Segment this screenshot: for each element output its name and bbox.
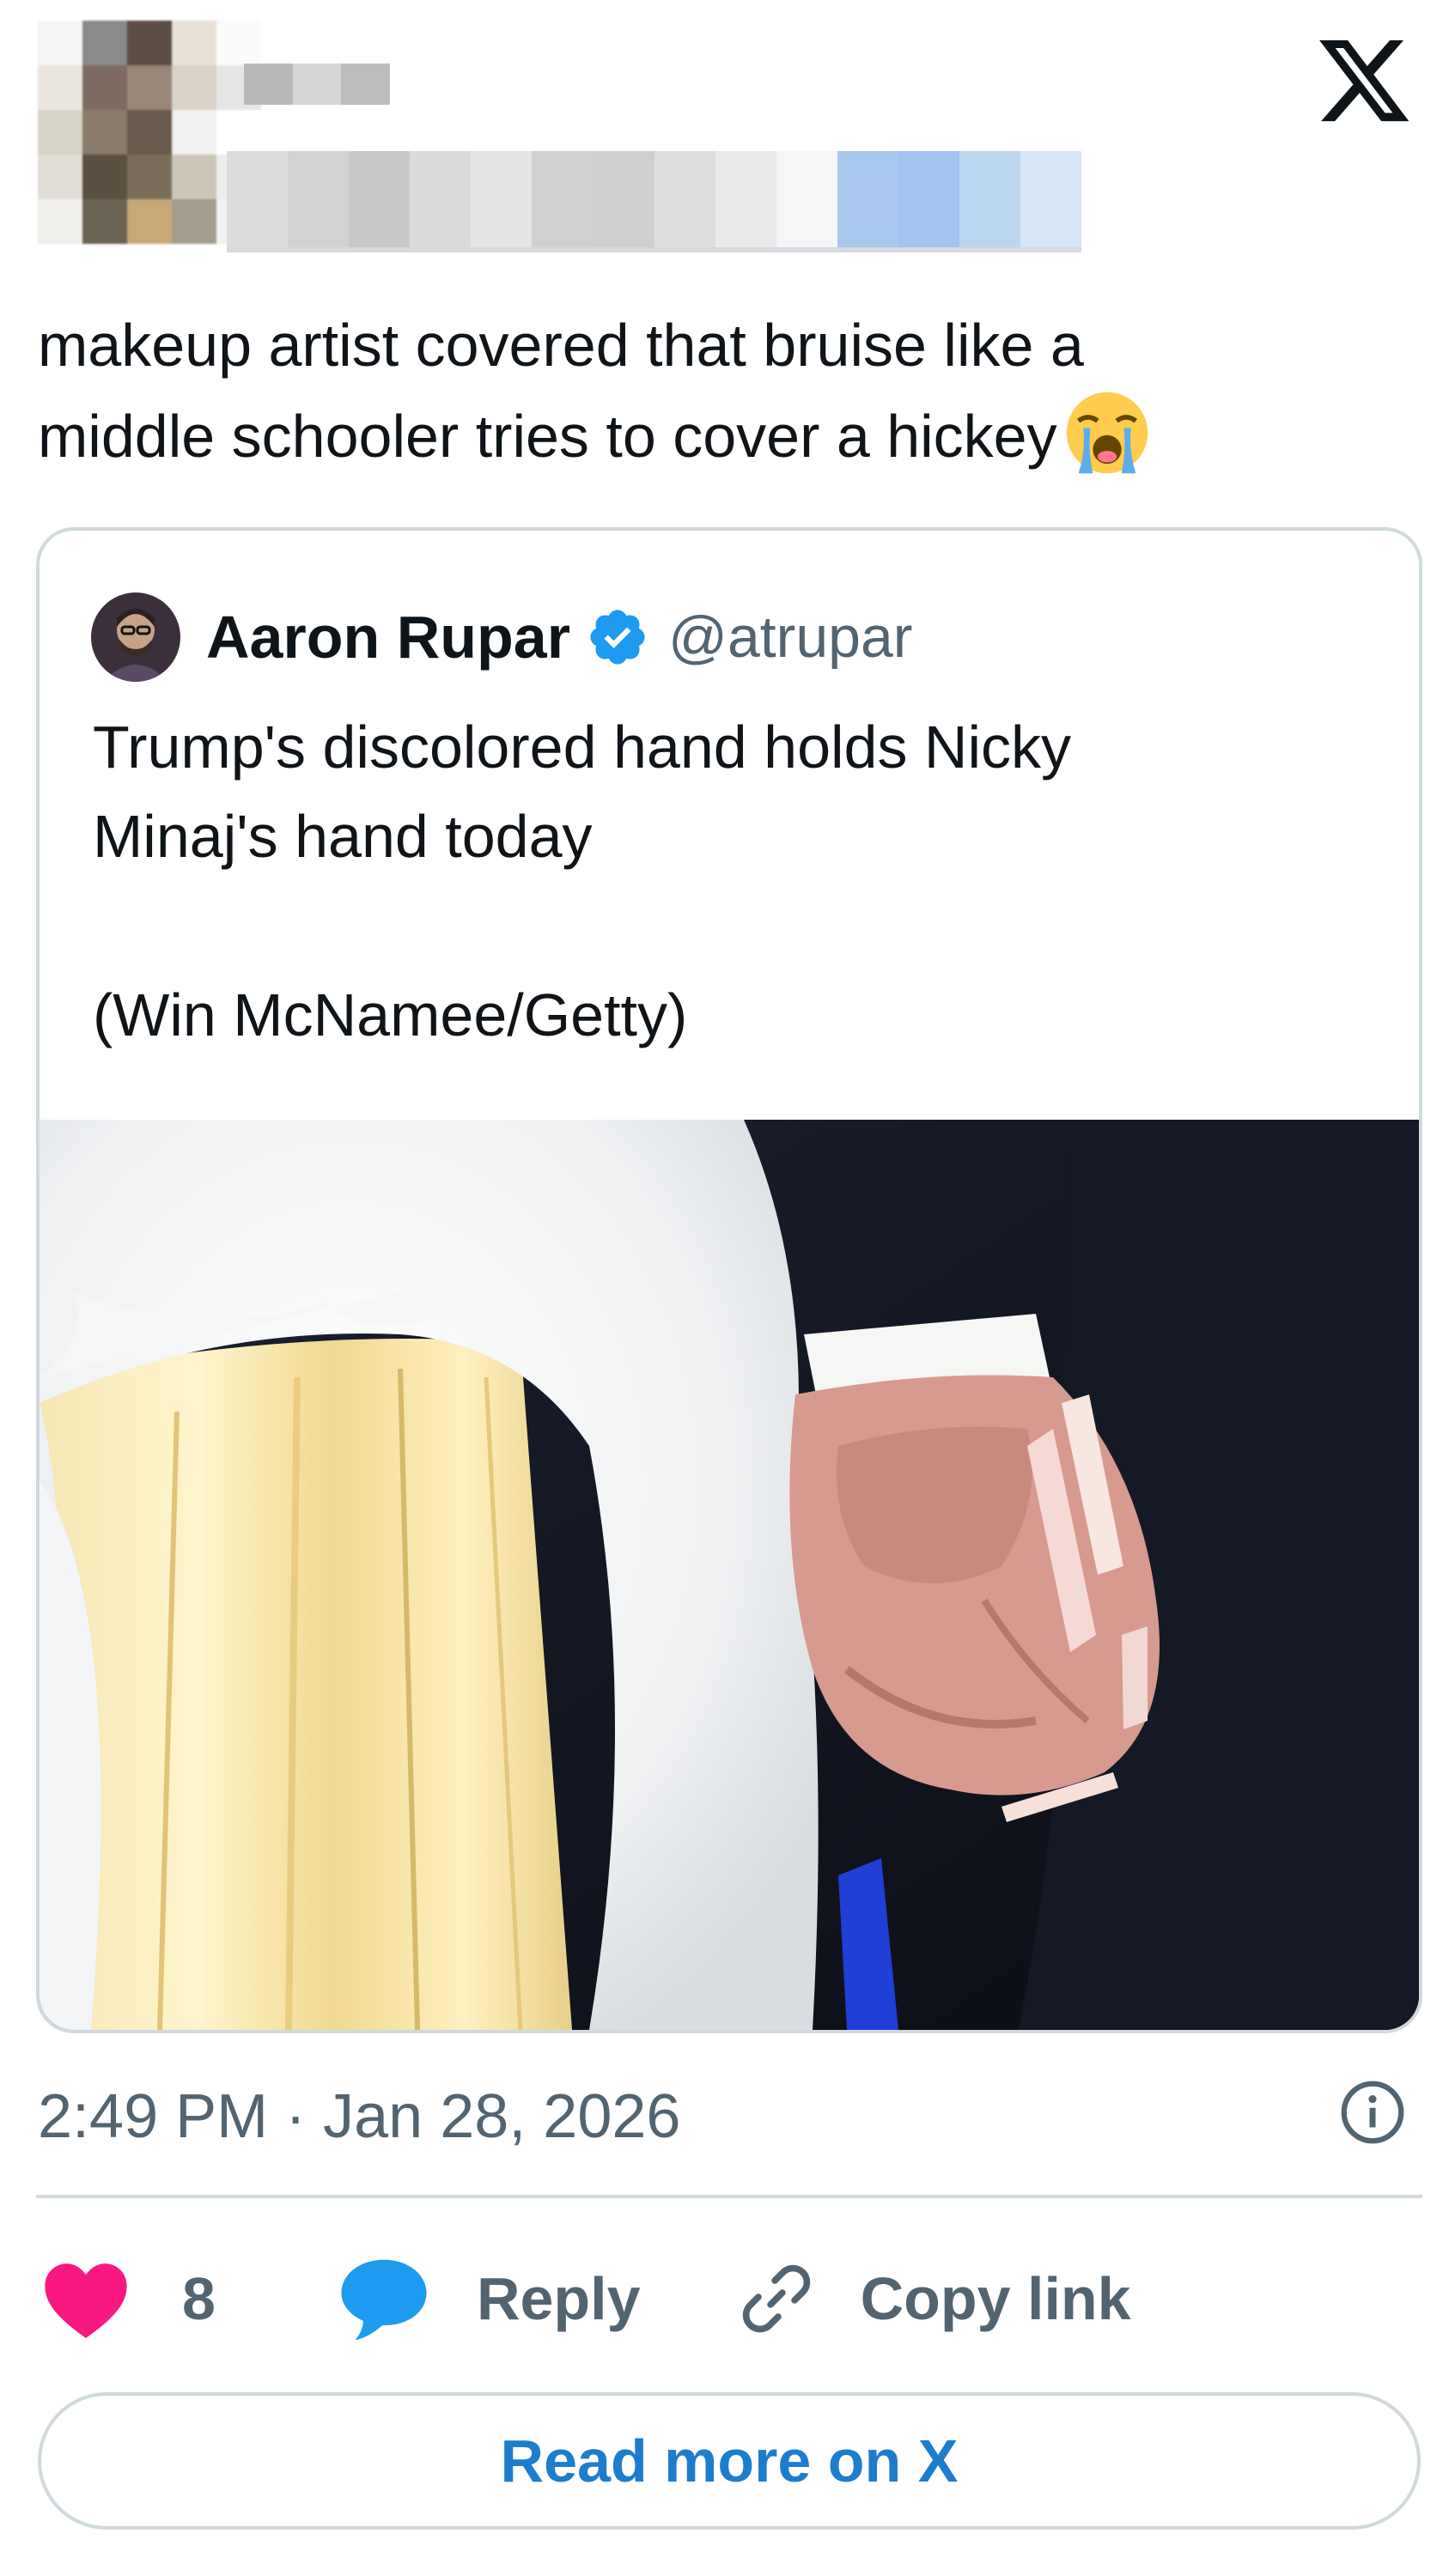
like-button[interactable]: 8 (41, 2257, 216, 2340)
info-icon[interactable] (1336, 2076, 1409, 2148)
quoted-tweet-text: Trump's discolored hand holds Nicky Mina… (93, 714, 1072, 1048)
speech-bubble-icon (341, 2259, 427, 2341)
divider (36, 2195, 1422, 2198)
quoted-tweet-photo[interactable] (40, 1120, 1419, 2030)
author-name-pixelated[interactable] (244, 64, 391, 105)
quoted-tweet-header[interactable]: Aaron Rupar @atrupar (91, 591, 912, 683)
author-header[interactable] (38, 21, 1082, 252)
loudly-crying-face-icon (1066, 392, 1148, 474)
copy-link-label: Copy link (860, 2265, 1131, 2332)
quoted-tweet-card[interactable]: Aaron Rupar @atrupar Trump's discolored … (36, 527, 1422, 2033)
read-more-on-x-button[interactable]: Read more on X (38, 2392, 1421, 2530)
tweet-text-content: makeup artist covered that bruise like a… (38, 312, 1084, 470)
x-logo-icon[interactable] (1314, 31, 1414, 131)
quoted-author-name[interactable]: Aaron Rupar (206, 603, 570, 671)
reply-button[interactable]: Reply (336, 2254, 641, 2343)
tweet-embed: makeup artist covered that bruise like a… (0, 0, 1449, 2576)
tweet-timestamp[interactable]: 2:49 PM · Jan 28, 2026 (38, 2081, 680, 2152)
action-bar: 8 Reply Copy link (41, 2251, 1131, 2346)
copy-link-button[interactable]: Copy link (737, 2259, 1131, 2338)
verified-badge-icon (590, 610, 645, 665)
link-icon (742, 2264, 810, 2333)
heart-icon (45, 2263, 127, 2338)
author-handle-pixelated[interactable] (227, 151, 1082, 252)
reply-label: Reply (476, 2265, 641, 2332)
like-count: 8 (182, 2265, 216, 2332)
quoted-author-handle[interactable]: @atrupar (668, 604, 912, 671)
quoted-author-avatar[interactable] (91, 592, 180, 682)
tweet-text: makeup artist covered that bruise like a… (38, 301, 1395, 481)
